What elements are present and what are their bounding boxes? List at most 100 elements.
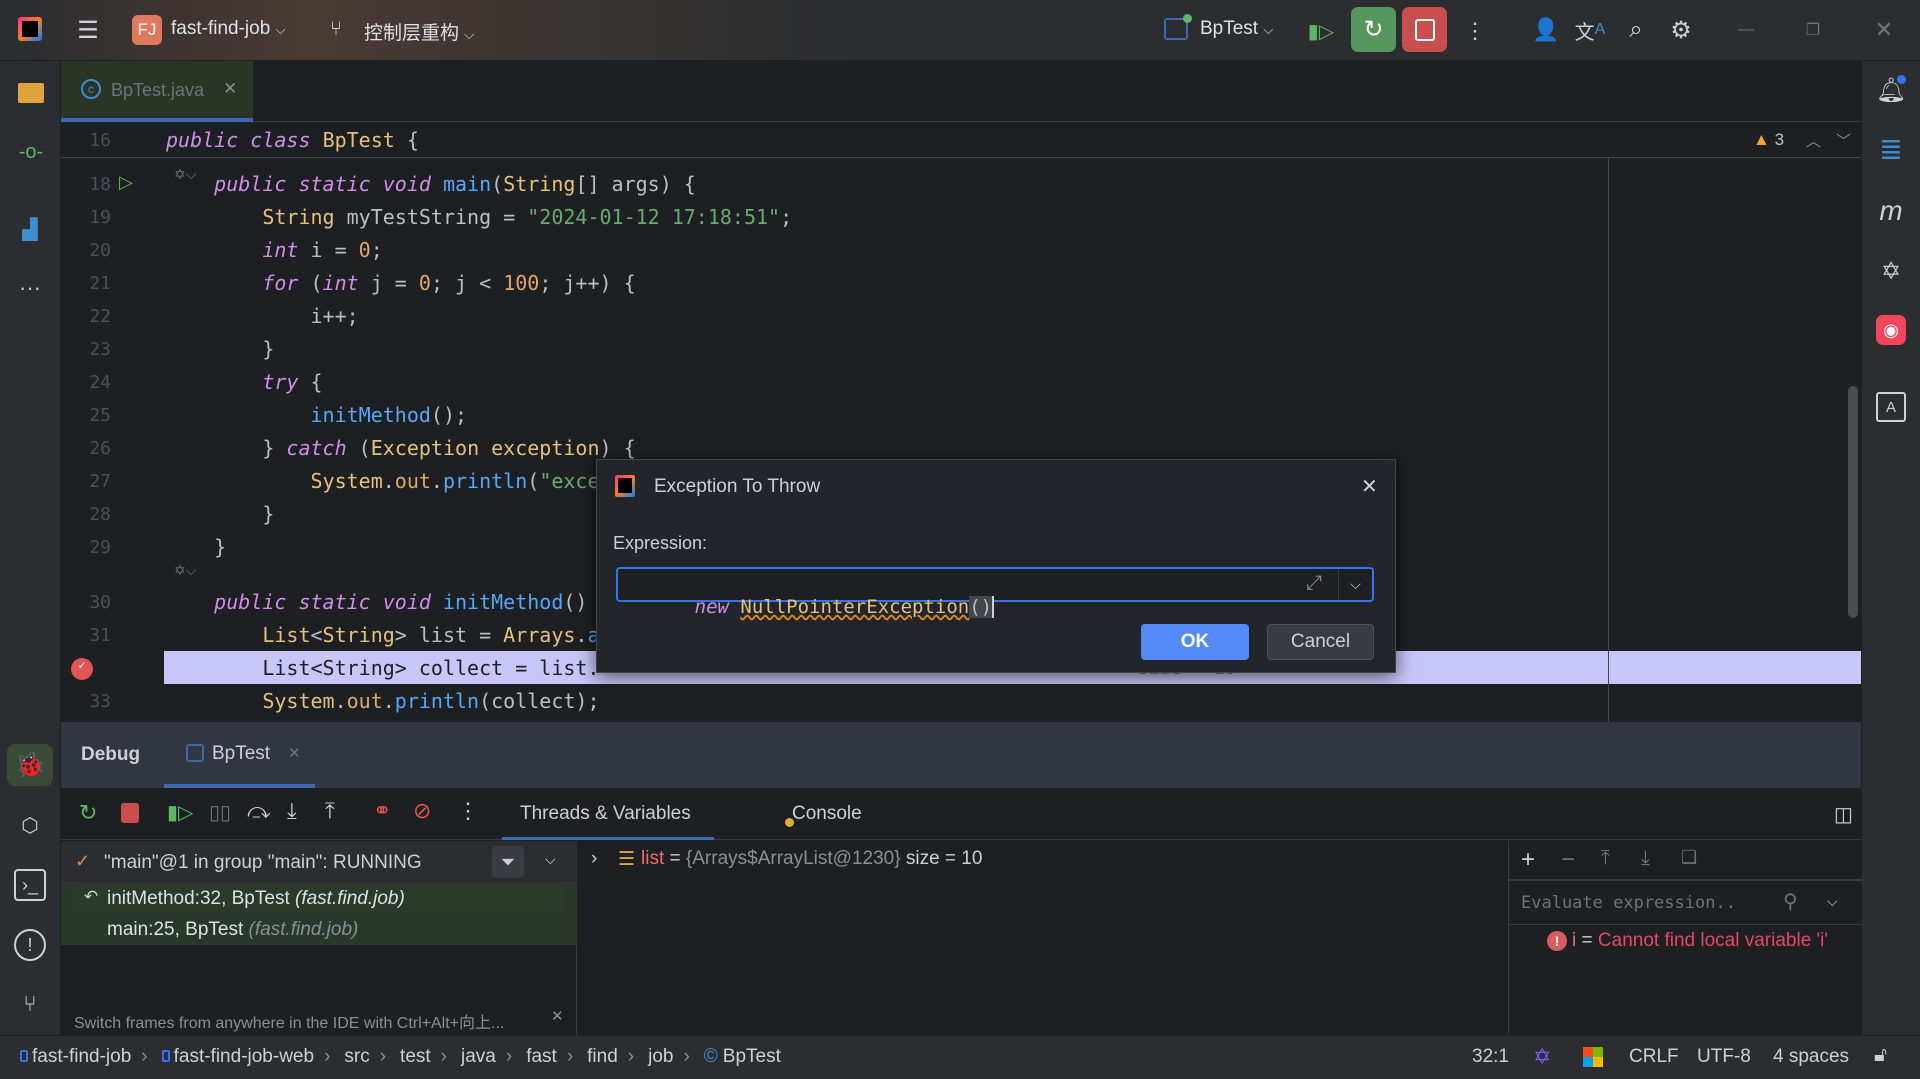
branch-selector[interactable]: 控制层重构 ⌵	[364, 18, 474, 45]
breadcrumb-item[interactable]: fast-find-job	[20, 1046, 131, 1068]
expand-editor-icon[interactable]: ⤢	[1306, 572, 1322, 595]
history-dropdown-icon[interactable]: ⌵	[1827, 893, 1838, 910]
line-number[interactable]: 16	[61, 130, 111, 151]
breadcrumb-item[interactable]: java	[461, 1046, 496, 1068]
close-dialog-icon[interactable]: ✕	[1361, 474, 1378, 499]
add-watch-icon[interactable]: +	[1521, 846, 1535, 874]
structure-icon[interactable]: ▟	[16, 215, 44, 243]
inlay-hints-icon[interactable]: ✡⌵	[174, 562, 196, 579]
step-out-icon[interactable]: ⤒	[325, 798, 335, 824]
breadcrumb-item[interactable]: © BpTest	[704, 1046, 781, 1068]
add-user-icon[interactable]: 👤	[1530, 14, 1562, 46]
warnings-indicator[interactable]: ▲ 3	[1753, 130, 1784, 150]
more-icon[interactable]: ⋮	[457, 798, 479, 824]
project-selector[interactable]: fast-find-job ⌵	[171, 18, 285, 40]
minimize-icon[interactable]: —	[1730, 14, 1762, 46]
commit-icon[interactable]: -o-	[14, 139, 48, 165]
breadcrumb-item[interactable]: fast-find-job-web	[161, 1046, 314, 1068]
move-down-icon[interactable]: ⤓	[1641, 847, 1650, 870]
line-number[interactable]: 26	[61, 438, 111, 459]
mute-breakpoints-icon[interactable]: ⊘	[413, 798, 431, 824]
breadcrumb-item[interactable]: src	[344, 1046, 369, 1068]
resume-icon[interactable]: ▮▷	[167, 800, 193, 825]
line-separator[interactable]: CRLF	[1629, 1046, 1679, 1068]
editor-scrollbar[interactable]	[1848, 386, 1858, 618]
breakpoint-icon[interactable]: ✓	[71, 658, 93, 680]
breadcrumb-item[interactable]: job	[648, 1046, 673, 1068]
add-to-watches-icon[interactable]: ⚲	[1783, 889, 1798, 914]
rerun-icon[interactable]: ↻	[79, 800, 97, 826]
copy-icon[interactable]: ❏	[1681, 847, 1697, 868]
maven-icon[interactable]: m	[1874, 194, 1908, 228]
problems-icon[interactable]: !	[14, 929, 46, 961]
terminal-icon[interactable]: ›_	[14, 869, 46, 901]
step-into-icon[interactable]: ⤓	[287, 798, 297, 824]
step-over-icon[interactable]: ⤼	[247, 798, 271, 824]
cancel-button[interactable]: Cancel	[1267, 624, 1374, 660]
debug-session-tab[interactable]: BpTest ✕	[164, 722, 315, 788]
line-number[interactable]: 24	[61, 372, 111, 393]
frame-item[interactable]: main:25, BpTest (fast.find.job)	[74, 915, 564, 943]
database-icon[interactable]: ≣	[1874, 132, 1908, 166]
remove-watch-icon[interactable]: −	[1561, 846, 1575, 874]
variable-row[interactable]: › ☰ list = {Arrays$ArrayList@1230} size …	[577, 845, 1508, 875]
rerun-debug-button[interactable]: ↻	[1351, 7, 1396, 52]
line-number[interactable]: 19	[61, 207, 111, 228]
breadcrumb-item[interactable]: find	[587, 1046, 618, 1068]
stop-button[interactable]	[1402, 7, 1447, 52]
line-number[interactable]: 30	[61, 592, 111, 613]
line-number[interactable]: 33	[61, 691, 111, 712]
expand-icon[interactable]: ›	[591, 848, 597, 870]
run-config-selector[interactable]: BpTest ⌵	[1200, 18, 1273, 40]
git-icon[interactable]: ⑂	[14, 988, 46, 1020]
line-number[interactable]: 21	[61, 273, 111, 294]
line-number[interactable]: 20	[61, 240, 111, 261]
settings-icon[interactable]: ⚙	[1665, 14, 1697, 46]
line-number[interactable]: 29	[61, 537, 111, 558]
close-hint-icon[interactable]: ✕	[551, 1007, 564, 1025]
frame-item[interactable]: ↶ initMethod:32, BpTest (fast.find.job)	[74, 884, 564, 912]
line-number[interactable]: 23	[61, 339, 111, 360]
project-badge[interactable]: FJ	[132, 15, 162, 45]
move-up-icon[interactable]: ⤒	[1601, 847, 1610, 870]
line-number[interactable]: 31	[61, 625, 111, 646]
view-breakpoints-icon[interactable]: ⚭	[373, 798, 391, 824]
debug-tool-icon[interactable]: 🐞	[7, 744, 53, 786]
translation-panel-icon[interactable]: A	[1876, 392, 1906, 422]
stop-icon[interactable]	[121, 803, 139, 823]
indent-setting[interactable]: 4 spaces	[1773, 1046, 1849, 1068]
close-tab-icon[interactable]: ✕	[223, 79, 237, 99]
more-tools-icon[interactable]: ···	[16, 274, 44, 302]
resume-icon[interactable]: ▮▷	[1306, 16, 1336, 46]
breadcrumb-item[interactable]: fast	[526, 1046, 557, 1068]
restore-icon[interactable]: ❐	[1797, 14, 1829, 46]
notifications-icon[interactable]: 🔔︎	[1874, 73, 1908, 107]
plugin-icon[interactable]: ◉	[1876, 315, 1906, 345]
ai-assistant-icon[interactable]: ✡	[1874, 254, 1908, 288]
filter-icon[interactable]: ⏷	[492, 846, 524, 878]
run-gutter-icon[interactable]: ▷	[119, 172, 133, 193]
line-number[interactable]: 27	[61, 471, 111, 492]
evaluate-expression-input[interactable]: Evaluate expression.. ⚲ ⌵	[1509, 883, 1862, 925]
chevron-down-icon[interactable]: ⌵	[545, 851, 556, 868]
more-icon[interactable]: ⋮	[1464, 16, 1486, 46]
services-icon[interactable]: ⬡	[14, 809, 46, 841]
line-number[interactable]: 22	[61, 306, 111, 327]
prev-highlight-icon[interactable]: ︿	[1806, 130, 1821, 151]
search-icon[interactable]: ⌕	[1620, 14, 1652, 46]
caret-position[interactable]: 32:1	[1472, 1046, 1509, 1068]
pause-icon[interactable]: ▯▯	[209, 800, 231, 825]
tab-threads-variables[interactable]: Threads & Variables	[502, 788, 714, 840]
close-session-icon[interactable]: ✕	[288, 744, 301, 762]
breadcrumb-item[interactable]: test	[400, 1046, 431, 1068]
main-menu-icon[interactable]: ☰	[74, 16, 102, 44]
project-folder-icon[interactable]	[18, 83, 44, 103]
watch-row[interactable]: ! i = Cannot find local variable 'i'	[1509, 927, 1862, 957]
tab-console[interactable]: Console	[721, 788, 862, 840]
thread-selector[interactable]: ✓ "main"@1 in group "main": RUNNING ⏷ ⌵	[61, 841, 577, 882]
app-logo-icon[interactable]	[18, 17, 42, 41]
ok-button[interactable]: OK	[1141, 624, 1249, 660]
line-number[interactable]: 28	[61, 504, 111, 525]
tab-bptest-java[interactable]: c BpTest.java ✕	[61, 61, 253, 122]
translate-icon[interactable]: 文A	[1574, 14, 1606, 46]
